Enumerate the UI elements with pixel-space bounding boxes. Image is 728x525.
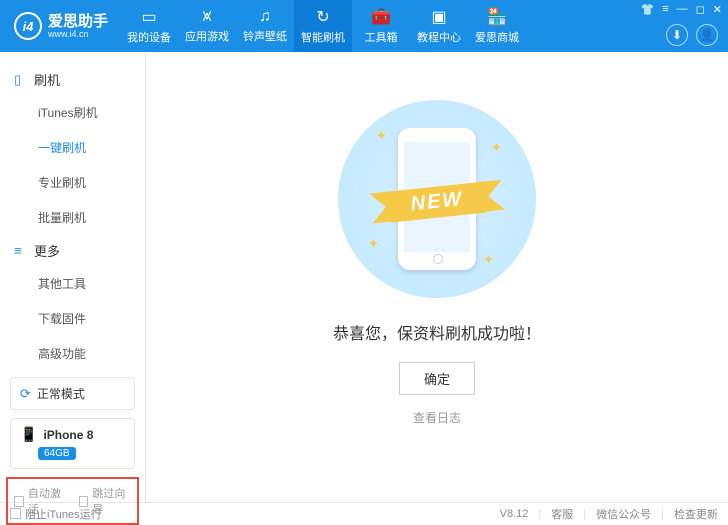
refresh-icon: ⟳ (20, 386, 31, 402)
view-log-link[interactable]: 查看日志 (413, 409, 461, 426)
device-name: iPhone 8 (43, 428, 93, 442)
device-icon: ▭ (141, 7, 156, 27)
update-link[interactable]: 检查更新 (674, 506, 718, 522)
more-icon: ≡ (14, 243, 28, 258)
close-icon[interactable]: ✕ (713, 3, 722, 16)
menu-icon[interactable]: ≡ (662, 3, 668, 16)
download-button[interactable]: ⬇ (666, 24, 688, 46)
toolbox-icon: 🧰 (371, 7, 391, 27)
sidebar-item-itunes-flash[interactable]: iTunes刷机 (0, 95, 145, 130)
confirm-button[interactable]: 确定 (399, 362, 475, 395)
nav-apps[interactable]: ⩙应用游戏 (178, 0, 236, 52)
nav-tutorial[interactable]: ▣教程中心 (410, 0, 468, 52)
nav-my-device[interactable]: ▭我的设备 (120, 0, 178, 52)
minimize-icon[interactable]: — (677, 3, 688, 16)
flash-icon: ↻ (316, 7, 329, 27)
nav-ringtone[interactable]: ♫铃声壁纸 (236, 0, 294, 52)
phone-icon: ▯ (14, 72, 28, 88)
version-label: V8.12 (500, 508, 529, 520)
logo-title: 爱思助手 (48, 14, 108, 29)
sidebar: ▯ 刷机 iTunes刷机 一键刷机 专业刷机 批量刷机 ≡ 更多 其他工具 下… (0, 52, 146, 502)
ringtone-icon: ♫ (259, 8, 271, 26)
wechat-link[interactable]: 微信公众号 (596, 506, 651, 522)
sidebar-item-batch-flash[interactable]: 批量刷机 (0, 200, 145, 235)
apps-icon: ⩙ (203, 8, 212, 26)
device-phone-icon: 📱 (20, 426, 37, 443)
sidebar-item-oneclick-flash[interactable]: 一键刷机 (0, 130, 145, 165)
mode-box[interactable]: ⟳ 正常模式 (10, 377, 135, 410)
nav-toolbox[interactable]: 🧰工具箱 (352, 0, 410, 52)
maximize-icon[interactable]: ◻ (696, 3, 705, 16)
sidebar-item-advanced[interactable]: 高级功能 (0, 336, 145, 371)
sidebar-group-flash[interactable]: ▯ 刷机 (0, 64, 145, 95)
logo-mark: i4 (14, 12, 42, 40)
checkbox-icon (10, 508, 21, 519)
main-nav: ▭我的设备 ⩙应用游戏 ♫铃声壁纸 ↻智能刷机 🧰工具箱 ▣教程中心 🏪爱思商城 (120, 0, 526, 52)
block-itunes-checkbox[interactable]: 阻止iTunes运行 (10, 506, 102, 522)
device-box[interactable]: 📱 iPhone 8 64GB (10, 418, 135, 469)
device-storage-badge: 64GB (38, 447, 76, 460)
success-illustration: ✦✦✦✦ NEW (338, 100, 536, 298)
main-content: ✦✦✦✦ NEW 恭喜您，保资料刷机成功啦！ 确定 查看日志 (146, 52, 728, 502)
nav-store[interactable]: 🏪爱思商城 (468, 0, 526, 52)
app-logo: i4 爱思助手 www.i4.cn (0, 12, 120, 40)
store-icon: 🏪 (487, 7, 507, 27)
sidebar-item-other-tools[interactable]: 其他工具 (0, 266, 145, 301)
sidebar-item-pro-flash[interactable]: 专业刷机 (0, 165, 145, 200)
support-link[interactable]: 客服 (551, 506, 573, 522)
nav-flash[interactable]: ↻智能刷机 (294, 0, 352, 52)
skin-icon[interactable]: 👕 (641, 3, 655, 16)
sidebar-group-more[interactable]: ≡ 更多 (0, 235, 145, 266)
logo-subtitle: www.i4.cn (48, 30, 108, 39)
window-controls: 👕 ≡ — ◻ ✕ (641, 3, 722, 16)
tutorial-icon: ▣ (431, 7, 446, 27)
success-message: 恭喜您，保资料刷机成功啦！ (333, 320, 541, 344)
sidebar-item-download-fw[interactable]: 下载固件 (0, 301, 145, 336)
user-button[interactable]: 👤 (696, 24, 718, 46)
